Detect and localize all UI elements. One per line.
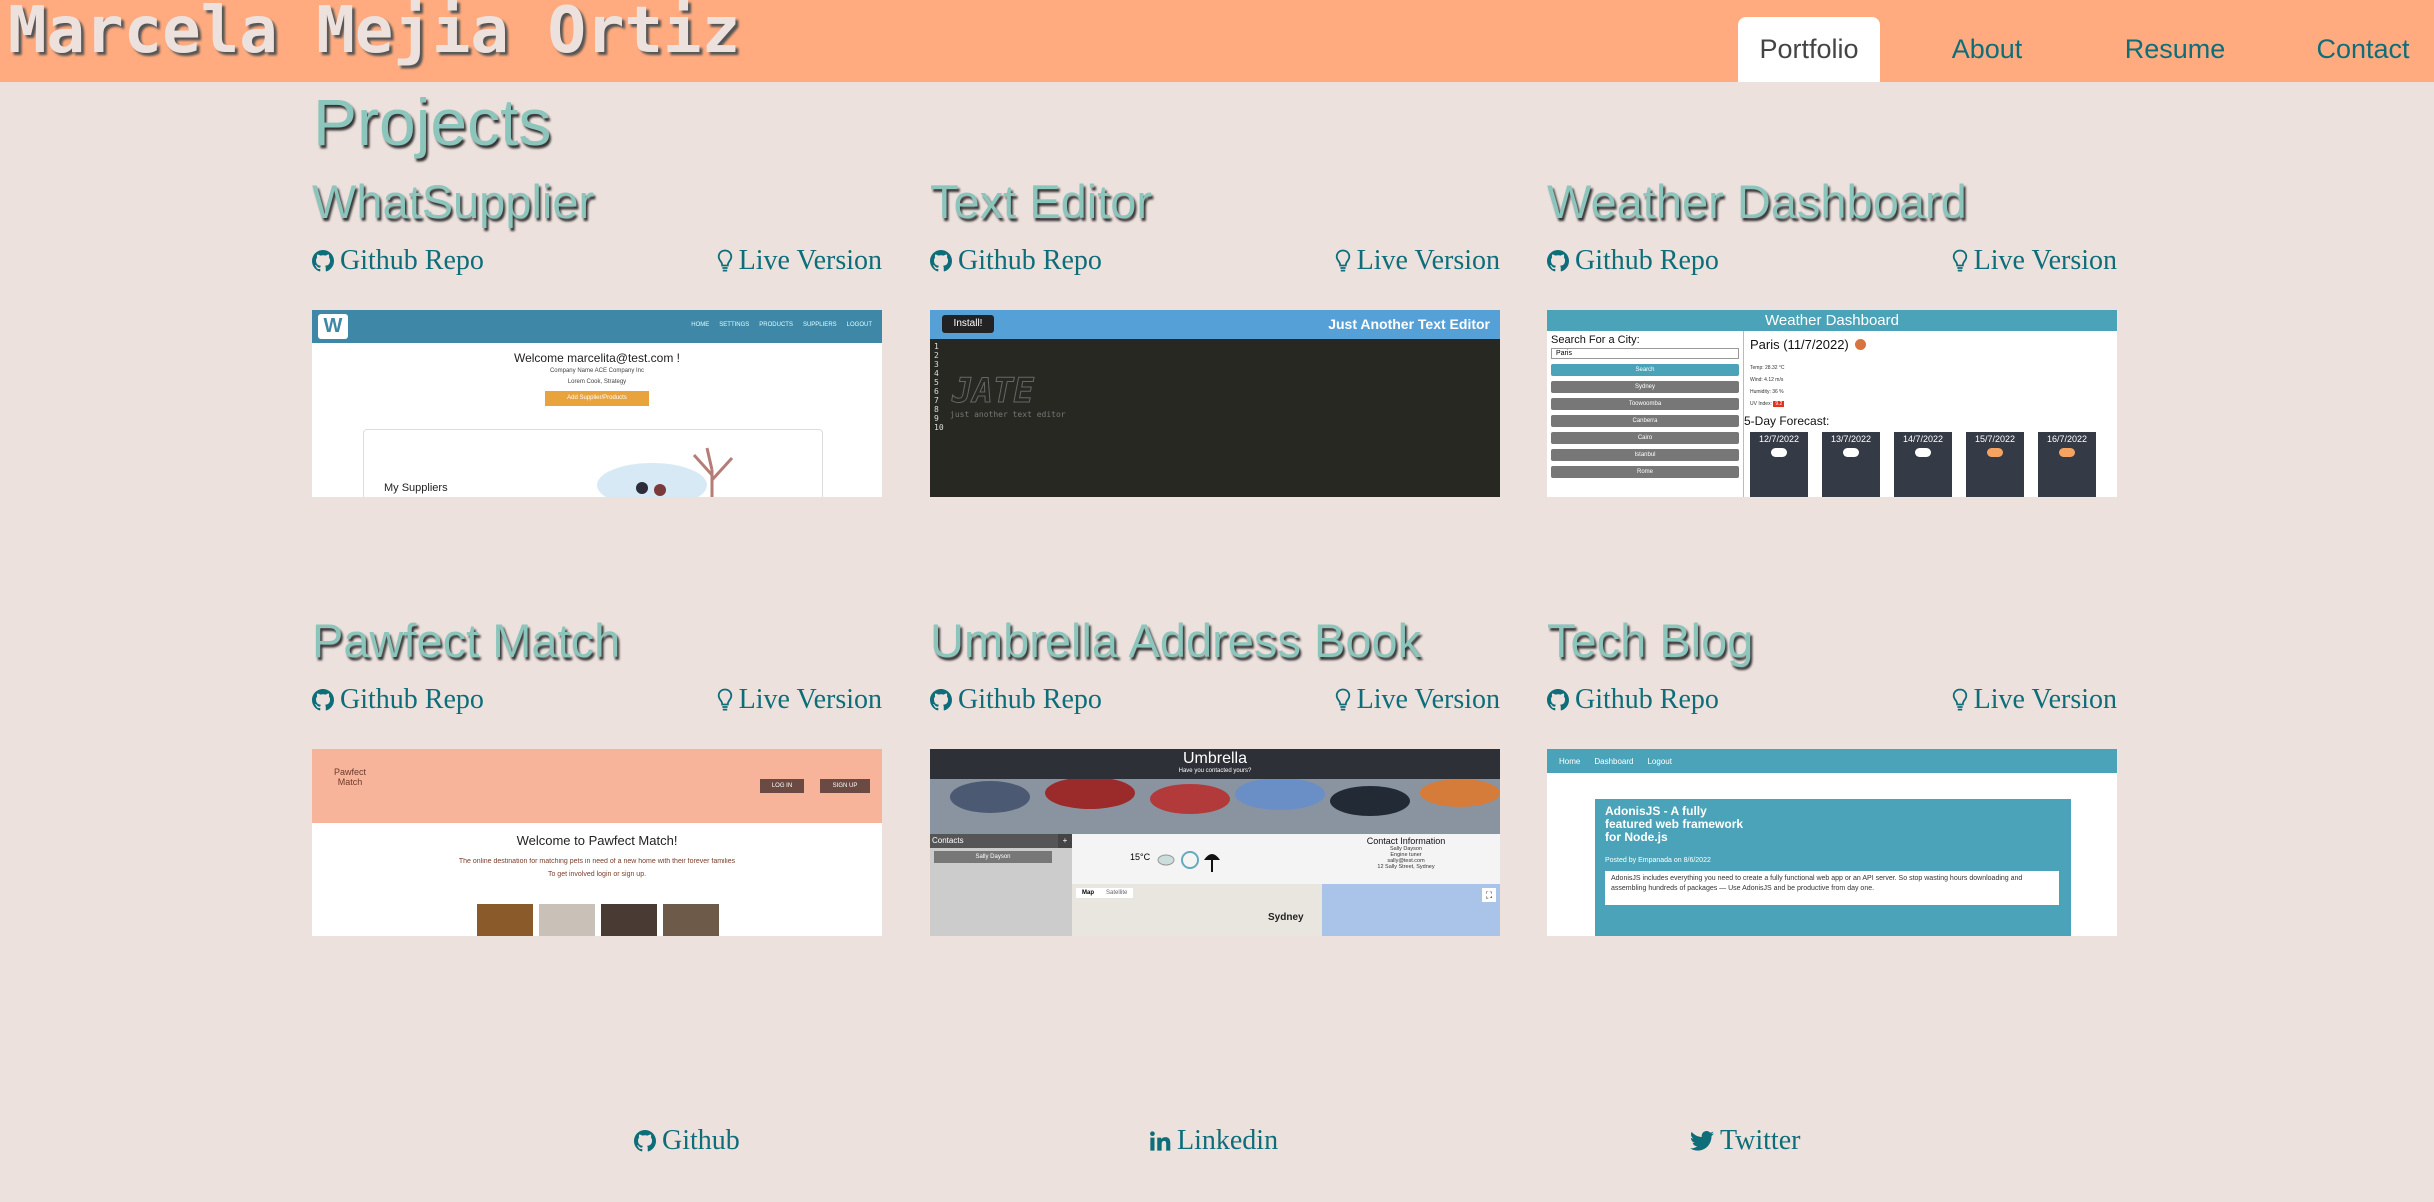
site-header: Marcela Mejia Ortiz Portfolio About Resu… [0, 0, 2434, 82]
main-nav: Portfolio About Resume Contact [1738, 17, 2434, 82]
partly-cloudy-icon [2059, 448, 2075, 457]
fullscreen-icon[interactable]: ⛶ [1482, 888, 1496, 902]
svg-text:JATE: JATE [951, 371, 1034, 411]
github-icon [312, 250, 334, 272]
project-title: WhatSupplier [312, 175, 595, 228]
pawfect-logo: Pawfect Match [333, 767, 366, 787]
weather-icons [1157, 851, 1220, 872]
lightbulb-icon [717, 688, 733, 712]
lightbulb-icon [1335, 249, 1351, 273]
github-repo-link[interactable]: Github Repo [930, 245, 1102, 277]
lightbulb-icon [717, 249, 733, 273]
pet-photo [477, 904, 533, 936]
cloud-icon [1843, 448, 1859, 457]
pet-photo [601, 904, 657, 936]
project-screenshot[interactable]: W HOME SETTINGS PRODUCTS SUPPLIERS LOGOU… [312, 310, 882, 497]
lightbulb-icon [1335, 688, 1351, 712]
footer-linkedin-link[interactable]: Linkedin [1149, 1125, 1278, 1157]
live-version-link[interactable]: Live Version [1335, 245, 1500, 277]
github-repo-link[interactable]: Github Repo [930, 684, 1102, 716]
forecast-card: 15/7/2022 [1966, 432, 2024, 497]
live-version-link[interactable]: Live Version [1952, 245, 2117, 277]
project-card-whatsupplier: WhatSupplier Github Repo Live Version W … [312, 171, 882, 497]
cloud-icon [1915, 448, 1931, 457]
projects-heading: Projects [313, 85, 552, 159]
pet-photo [663, 904, 719, 936]
github-icon [312, 689, 334, 711]
github-repo-link[interactable]: Github Repo [1547, 245, 1719, 277]
nav-about[interactable]: About [1916, 17, 2058, 82]
project-title: Weather Dashboard [1547, 175, 1967, 228]
nav-portfolio[interactable]: Portfolio [1738, 17, 1880, 82]
project-title: Pawfect Match [312, 614, 621, 667]
live-version-link[interactable]: Live Version [1335, 684, 1500, 716]
map[interactable]: Map Satellite Sydney ⛶ [1072, 884, 1500, 936]
live-version-link[interactable]: Live Version [1952, 684, 2117, 716]
forecast-card: 16/7/2022 [2038, 432, 2096, 497]
forecast-card: 12/7/2022 [1750, 432, 1808, 497]
logo: W [318, 314, 348, 339]
lightbulb-icon [1952, 249, 1968, 273]
github-icon [930, 689, 952, 711]
project-card-weather-dashboard: Weather Dashboard Github Repo Live Versi… [1547, 171, 2117, 497]
project-screenshot[interactable]: Pawfect Match LOG IN SIGN UP Welcome to … [312, 749, 882, 936]
forecast-card: 14/7/2022 [1894, 432, 1952, 497]
project-card-text-editor: Text Editor Github Repo Live Version Ins… [930, 171, 1500, 497]
project-card-pawfect-match: Pawfect Match Github Repo Live Version P… [312, 610, 882, 936]
nav-resume[interactable]: Resume [2104, 17, 2246, 82]
cloud-icon [1771, 448, 1787, 457]
github-repo-link[interactable]: Github Repo [1547, 684, 1719, 716]
live-version-link[interactable]: Live Version [717, 245, 882, 277]
live-version-link[interactable]: Live Version [717, 684, 882, 716]
pet-photo [539, 904, 595, 936]
lightbulb-icon [1952, 688, 1968, 712]
forecast-card: 13/7/2022 [1822, 432, 1880, 497]
twitter-icon [1690, 1131, 1714, 1151]
project-title: Umbrella Address Book [930, 614, 1422, 667]
project-screenshot[interactable]: Weather Dashboard Search For a City: Par… [1547, 310, 2117, 497]
suppliers-illustration [597, 447, 734, 497]
footer-github-link[interactable]: Github [634, 1125, 740, 1157]
weather-icon [1854, 339, 1866, 350]
project-screenshot[interactable]: Home Dashboard Logout AdonisJS - A fully… [1547, 749, 2117, 936]
github-repo-link[interactable]: Github Repo [312, 684, 484, 716]
github-icon [634, 1130, 656, 1152]
github-icon [1547, 250, 1569, 272]
partly-cloudy-icon [1987, 448, 2003, 457]
umbrellas-banner [930, 779, 1500, 834]
project-card-umbrella-address-book: Umbrella Address Book Github Repo Live V… [930, 610, 1500, 936]
project-title: Tech Blog [1547, 614, 1754, 667]
project-title: Text Editor [930, 175, 1153, 228]
nav-contact[interactable]: Contact [2292, 17, 2434, 82]
project-card-tech-blog: Tech Blog Github Repo Live Version Home … [1547, 610, 2117, 936]
project-screenshot[interactable]: Umbrella Have you contacted yours? Conta… [930, 749, 1500, 936]
site-title: Marcela Mejia Ortiz [8, 0, 741, 68]
jate-ascii-logo: JATE [951, 371, 1035, 412]
github-icon [930, 250, 952, 272]
footer-twitter-link[interactable]: Twitter [1690, 1125, 1800, 1157]
github-repo-link[interactable]: Github Repo [312, 245, 484, 277]
project-screenshot[interactable]: Install! Just Another Text Editor 1 2 3 … [930, 310, 1500, 497]
github-icon [1547, 689, 1569, 711]
linkedin-icon [1150, 1131, 1171, 1151]
add-contact-icon: + [1058, 834, 1072, 848]
